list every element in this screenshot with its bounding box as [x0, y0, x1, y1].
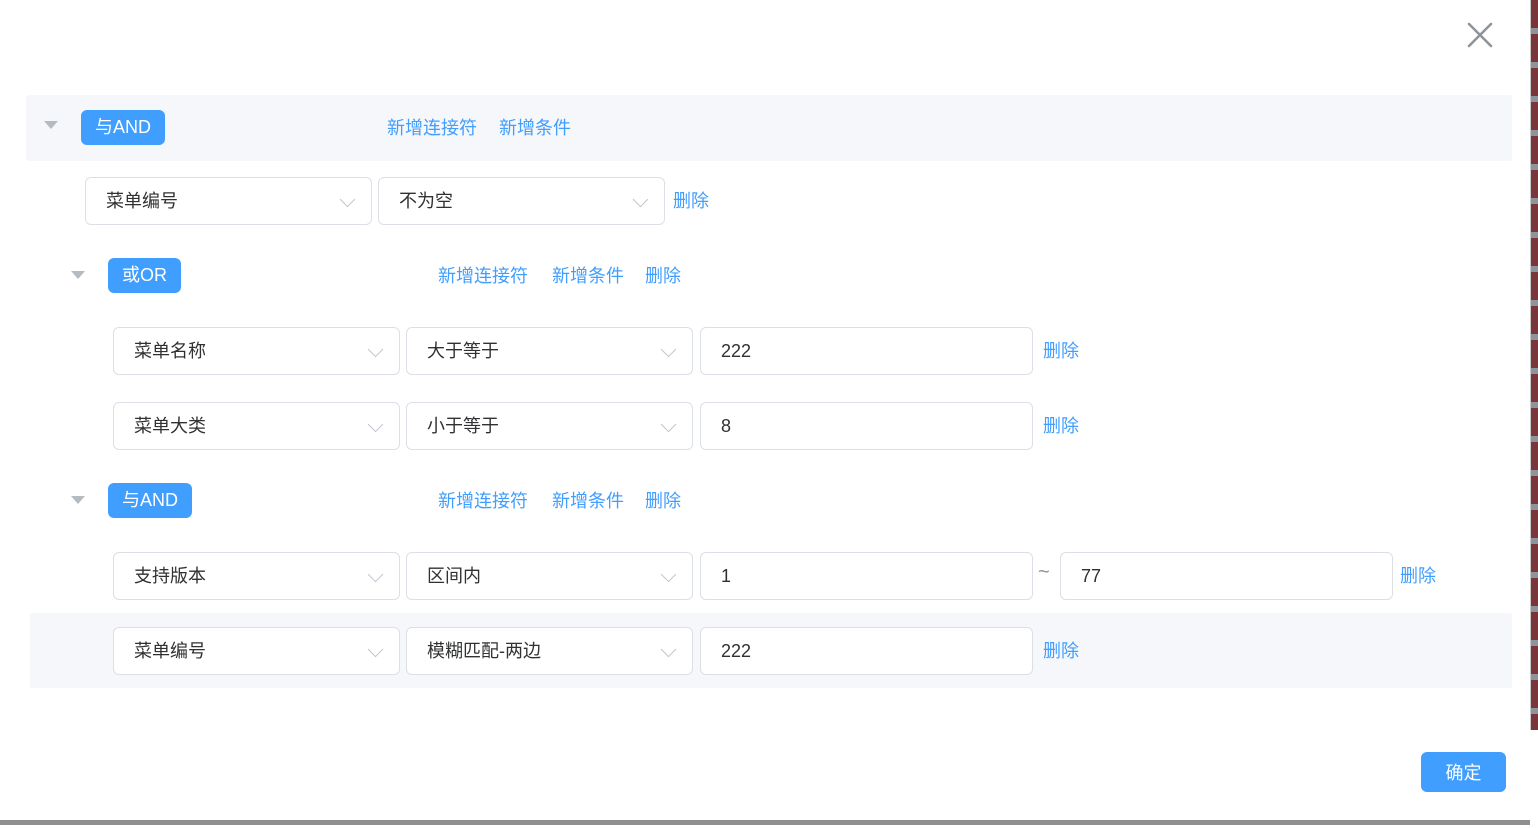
delete-link[interactable]: 删除: [1043, 640, 1079, 662]
delete-link[interactable]: 删除: [1043, 340, 1079, 362]
delete-link[interactable]: 删除: [645, 265, 681, 287]
operator-select[interactable]: 小于等于: [406, 402, 693, 450]
operator-select-value: 模糊匹配-两边: [427, 641, 541, 661]
field-select-value: 菜单编号: [106, 191, 178, 211]
field-select[interactable]: 菜单名称: [113, 327, 400, 375]
field-select[interactable]: 支持版本: [113, 552, 400, 600]
close-button[interactable]: [1456, 12, 1504, 60]
add-connector-link[interactable]: 新增连接符: [438, 265, 528, 287]
and-group-badge[interactable]: 与AND: [108, 483, 192, 518]
field-select-value: 菜单大类: [134, 416, 206, 436]
operator-select-value: 小于等于: [427, 416, 499, 436]
field-select[interactable]: 菜单大类: [113, 402, 400, 450]
add-condition-link[interactable]: 新增条件: [499, 117, 571, 139]
value-input[interactable]: [700, 627, 1033, 675]
range-to-input[interactable]: [1060, 552, 1393, 600]
operator-select[interactable]: 大于等于: [406, 327, 693, 375]
field-select-value: 支持版本: [134, 566, 206, 586]
range-from-input[interactable]: [700, 552, 1033, 600]
chevron-down-icon: [661, 417, 677, 433]
chevron-down-icon: [340, 192, 356, 208]
chevron-down-icon: [661, 342, 677, 358]
collapse-arrow-icon[interactable]: [71, 271, 85, 279]
value-input[interactable]: [700, 402, 1033, 450]
operator-select[interactable]: 区间内: [406, 552, 693, 600]
operator-select-value: 大于等于: [427, 341, 499, 361]
or-group-badge[interactable]: 或OR: [108, 258, 181, 293]
add-condition-link[interactable]: 新增条件: [552, 265, 624, 287]
value-input[interactable]: [700, 327, 1033, 375]
confirm-button[interactable]: 确定: [1421, 752, 1506, 792]
operator-select-value: 不为空: [399, 191, 453, 211]
chevron-down-icon: [368, 342, 384, 358]
operator-select[interactable]: 模糊匹配-两边: [406, 627, 693, 675]
chevron-down-icon: [368, 417, 384, 433]
chevron-down-icon: [661, 567, 677, 583]
chevron-down-icon: [368, 567, 384, 583]
field-select-value: 菜单名称: [134, 341, 206, 361]
filter-builder-dialog: 与AND 新增连接符 新增条件 菜单编号 不为空 删除 或OR 新增连接符 新增…: [0, 0, 1538, 828]
delete-link[interactable]: 删除: [673, 190, 709, 212]
collapse-arrow-icon[interactable]: [71, 496, 85, 504]
delete-link[interactable]: 删除: [645, 490, 681, 512]
chevron-down-icon: [368, 642, 384, 658]
operator-select-value: 区间内: [427, 566, 481, 586]
page-scrollbar-bottom[interactable]: [0, 820, 1530, 825]
delete-link[interactable]: 删除: [1400, 565, 1436, 587]
range-separator: ~: [1038, 561, 1050, 584]
add-condition-link[interactable]: 新增条件: [552, 490, 624, 512]
root-group-header-band: [26, 95, 1512, 161]
chevron-down-icon: [633, 192, 649, 208]
field-select[interactable]: 菜单编号: [85, 177, 372, 225]
field-select[interactable]: 菜单编号: [113, 627, 400, 675]
page-scrollbar-right[interactable]: [1530, 0, 1538, 730]
close-icon: [1458, 13, 1502, 57]
chevron-down-icon: [661, 642, 677, 658]
delete-link[interactable]: 删除: [1043, 415, 1079, 437]
add-connector-link[interactable]: 新增连接符: [438, 490, 528, 512]
operator-select[interactable]: 不为空: [378, 177, 665, 225]
add-connector-link[interactable]: 新增连接符: [387, 117, 477, 139]
collapse-arrow-icon[interactable]: [44, 121, 58, 129]
root-group-badge[interactable]: 与AND: [81, 110, 165, 145]
field-select-value: 菜单编号: [134, 641, 206, 661]
